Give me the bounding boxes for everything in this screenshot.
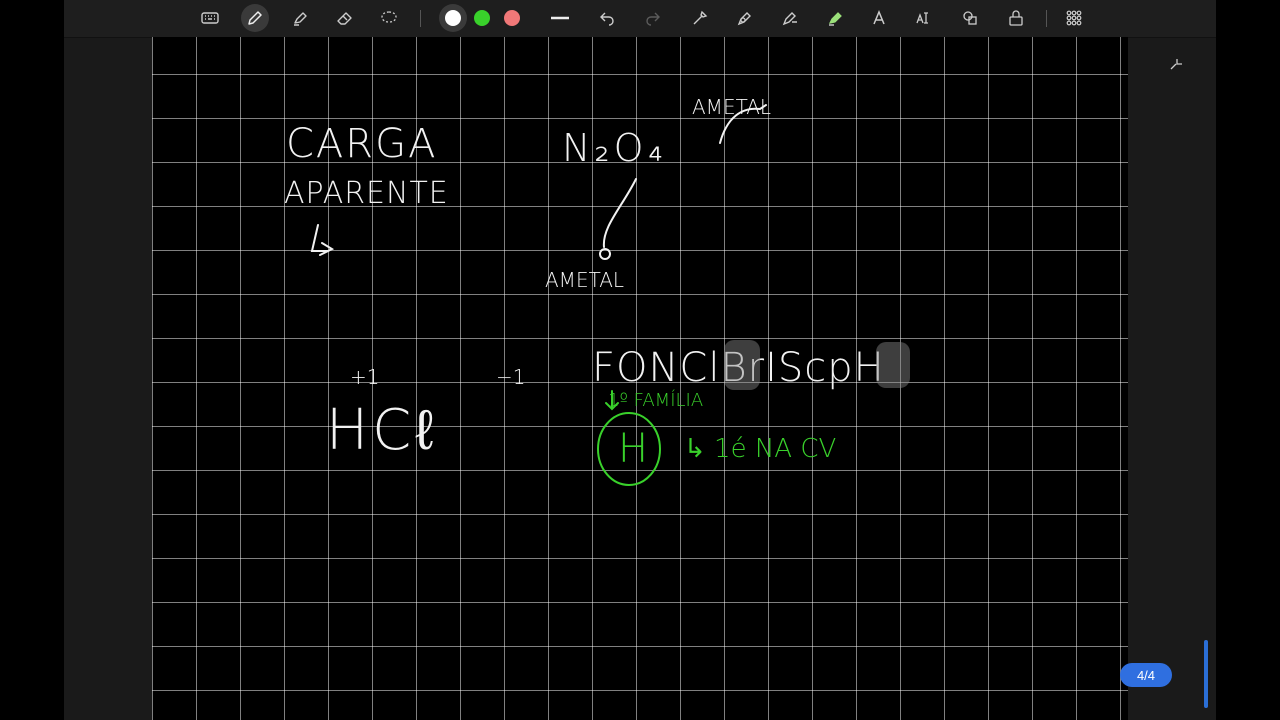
toolbar-divider bbox=[1046, 10, 1047, 27]
color-swatch-white[interactable] bbox=[439, 4, 467, 32]
note-ametal-top: AMETAL bbox=[692, 95, 771, 119]
undo-button[interactable] bbox=[593, 4, 621, 32]
grid-menu-icon bbox=[1066, 10, 1082, 26]
note-aparente: APARENTE bbox=[284, 176, 449, 211]
note-hcl: HCℓ bbox=[326, 398, 437, 463]
highlighter-icon bbox=[294, 12, 307, 26]
undo-icon bbox=[600, 12, 614, 26]
lasso-tool-button[interactable] bbox=[375, 4, 403, 32]
page-indicator[interactable]: 4/4 bbox=[1120, 663, 1172, 687]
keyboard-button[interactable] bbox=[196, 4, 224, 32]
text-box-button[interactable] bbox=[910, 4, 938, 32]
highlighter-tool-button[interactable] bbox=[286, 4, 314, 32]
redo-icon bbox=[646, 12, 660, 26]
green-highlighter-icon bbox=[828, 12, 842, 26]
note-n2o4: N₂O₄ bbox=[562, 126, 667, 170]
arrow-aparente bbox=[310, 224, 335, 256]
text-style-button[interactable] bbox=[865, 4, 893, 32]
color-swatch-red[interactable] bbox=[498, 4, 526, 32]
text-pen-icon bbox=[782, 12, 797, 26]
color-red bbox=[504, 10, 520, 26]
text-style-icon bbox=[873, 10, 885, 25]
laser-pointer-button[interactable] bbox=[686, 4, 714, 32]
shape-pen-icon bbox=[737, 12, 751, 26]
arrow-to-ametal-bottom bbox=[602, 178, 637, 248]
color-swatch-green[interactable] bbox=[468, 4, 496, 32]
minimize-icon bbox=[1170, 59, 1182, 70]
lock-icon bbox=[1009, 10, 1023, 26]
eraser-tool-button[interactable] bbox=[330, 4, 358, 32]
laser-pointer-icon bbox=[693, 10, 708, 25]
toolbar bbox=[64, 0, 1216, 38]
note-app: CARGA APARENTE N₂O₄ AMETAL AMETAL HCℓ +1… bbox=[64, 0, 1216, 720]
color-white bbox=[445, 10, 461, 26]
note-ena-cv: ↳ 1é NA CV bbox=[684, 434, 836, 464]
color-green bbox=[474, 10, 490, 26]
text-pen-button[interactable] bbox=[776, 4, 804, 32]
pen-tool-button[interactable] bbox=[241, 4, 269, 32]
stroke-width-button[interactable] bbox=[546, 4, 574, 32]
shape-pen-button[interactable] bbox=[731, 4, 759, 32]
note-ametal-bottom: AMETAL bbox=[545, 268, 624, 292]
shapes-icon bbox=[963, 11, 977, 25]
green-highlighter-button[interactable] bbox=[821, 4, 849, 32]
note-carga: CARGA bbox=[286, 121, 437, 167]
note-h: H bbox=[618, 426, 648, 472]
keyboard-icon bbox=[201, 12, 219, 24]
stroke-width-icon bbox=[551, 16, 569, 20]
highlight-cl bbox=[724, 340, 760, 390]
minimize-button[interactable] bbox=[1168, 56, 1184, 72]
lock-button[interactable] bbox=[1002, 4, 1030, 32]
note-charge-negative: −1 bbox=[496, 365, 525, 389]
note-page[interactable]: CARGA APARENTE N₂O₄ AMETAL AMETAL HCℓ +1… bbox=[152, 37, 1128, 720]
text-box-icon bbox=[916, 12, 928, 24]
note-familia: 1º FAMÍLIA bbox=[608, 389, 703, 411]
highlight-h bbox=[876, 342, 910, 388]
pen-icon bbox=[248, 11, 262, 25]
shapes-button[interactable] bbox=[956, 4, 984, 32]
handwriting-layer: CARGA APARENTE N₂O₄ AMETAL AMETAL HCℓ +1… bbox=[284, 95, 910, 486]
more-tools-button[interactable] bbox=[1060, 4, 1088, 32]
vertical-scrollbar[interactable] bbox=[1204, 640, 1208, 708]
toolbar-divider bbox=[420, 10, 421, 27]
note-charge-positive: +1 bbox=[350, 365, 379, 389]
lasso-icon bbox=[381, 11, 397, 23]
eraser-icon bbox=[337, 12, 352, 25]
ring-bottom bbox=[599, 248, 611, 260]
redo-button[interactable] bbox=[639, 4, 667, 32]
